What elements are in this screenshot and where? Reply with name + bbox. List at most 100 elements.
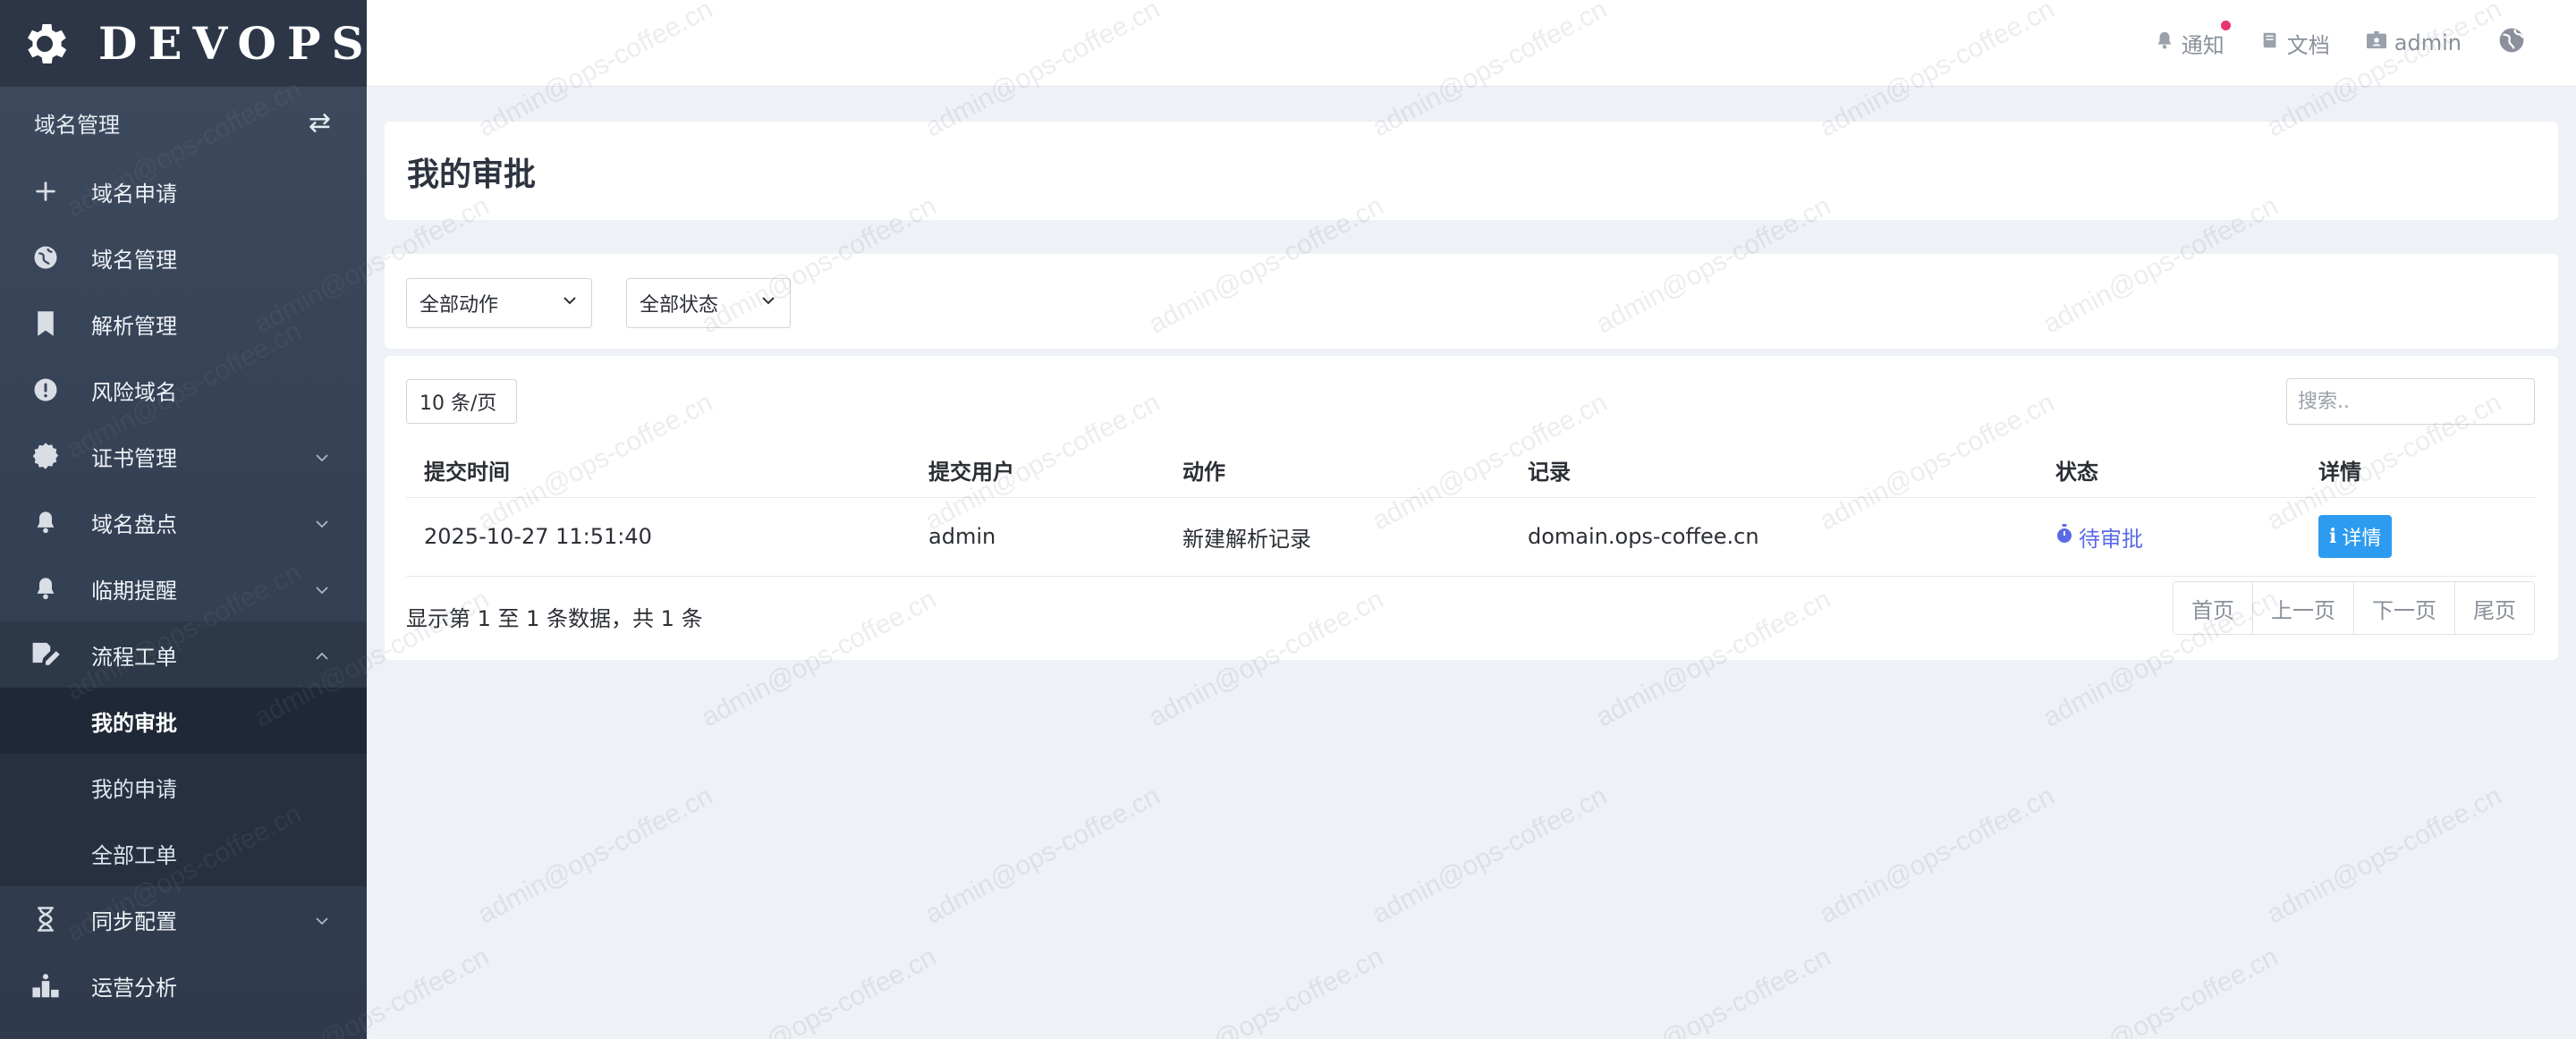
sidebar-item-workflow[interactable]: 流程工单 bbox=[0, 621, 367, 688]
edit-doc-icon bbox=[29, 638, 63, 672]
sidebar-item-label: 运营分析 bbox=[91, 975, 177, 1001]
cell-action: 新建解析记录 bbox=[1165, 497, 1510, 577]
approvals-table-card: 10 条/页 提交时间 提交用户 动作 记录 状态 详情 2025-10-27 … bbox=[385, 356, 2558, 660]
docs-link[interactable]: 文档 bbox=[2260, 28, 2330, 59]
globe-icon bbox=[2497, 26, 2533, 60]
sidebar-subitem-my-approvals[interactable]: 我的审批 bbox=[0, 688, 367, 754]
watermark-text: admin@ops-coffee.cn bbox=[2038, 942, 2284, 1039]
search-input[interactable] bbox=[2286, 378, 2535, 425]
sidebar-item-label: 风险域名 bbox=[91, 379, 177, 405]
table-header-row: 提交时间 提交用户 动作 记录 状态 详情 bbox=[406, 443, 2537, 498]
page-title: 我的审批 bbox=[407, 156, 537, 193]
chevron-down-icon bbox=[313, 578, 331, 599]
sidebar-item-sync-config[interactable]: 同步配置 bbox=[0, 886, 367, 952]
certificate-icon bbox=[29, 439, 63, 473]
sidebar-item-domain-inventory[interactable]: 域名盘点 bbox=[0, 489, 367, 555]
sidebar-item-domain-apply[interactable]: 域名申请 bbox=[0, 158, 367, 224]
detail-button[interactable]: i 详情 bbox=[2318, 515, 2393, 558]
sidebar-item-risk-domain[interactable]: 风险域名 bbox=[0, 357, 367, 423]
sidebar-item-label: 域名盘点 bbox=[91, 511, 177, 537]
gear-icon bbox=[18, 15, 72, 72]
swap-icon[interactable]: ⇄ bbox=[309, 107, 331, 139]
action-filter-select[interactable]: 全部动作 bbox=[406, 278, 592, 328]
topbar: 通知 文档 admin bbox=[367, 0, 2576, 87]
globe-icon bbox=[29, 241, 63, 275]
language-switch[interactable] bbox=[2497, 26, 2533, 60]
pager-prev-button[interactable]: 上一页 bbox=[2253, 582, 2354, 634]
status-filter-select[interactable]: 全部状态 bbox=[626, 278, 791, 328]
user-name: admin bbox=[2394, 30, 2462, 55]
chevron-down-icon bbox=[313, 908, 331, 930]
sidebar-item-domain-manage[interactable]: 域名管理 bbox=[0, 224, 367, 291]
column-header-time[interactable]: 提交时间 bbox=[406, 443, 911, 498]
sidebar-item-dns-manage[interactable]: 解析管理 bbox=[0, 291, 367, 357]
bookmark-icon bbox=[29, 307, 63, 341]
column-header-detail[interactable]: 详情 bbox=[2301, 443, 2537, 498]
info-icon: i bbox=[2329, 525, 2337, 548]
plus-icon bbox=[29, 174, 63, 208]
sidebar-item-analytics[interactable]: 运营分析 bbox=[0, 952, 367, 1018]
stopwatch-icon bbox=[2055, 524, 2079, 549]
chevron-up-icon bbox=[313, 644, 331, 665]
sidebar-item-label: 解析管理 bbox=[91, 313, 177, 339]
approvals-table: 提交时间 提交用户 动作 记录 状态 详情 2025-10-27 11:51:4… bbox=[406, 443, 2537, 577]
brand[interactable]: DEVOPS bbox=[0, 0, 367, 87]
watermark-text: admin@ops-coffee.cn bbox=[1591, 942, 1836, 1039]
column-header-record[interactable]: 记录 bbox=[1510, 443, 2038, 498]
status-filter-value: 全部状态 bbox=[640, 294, 719, 317]
sidebar-item-label: 证书管理 bbox=[91, 445, 177, 471]
cell-status: 待审批 bbox=[2038, 497, 2301, 577]
column-header-user[interactable]: 提交用户 bbox=[911, 443, 1165, 498]
watermark-text: admin@ops-coffee.cn bbox=[2262, 781, 2507, 930]
chevron-down-icon bbox=[313, 445, 331, 467]
cell-time: 2025-10-27 11:51:40 bbox=[406, 497, 911, 577]
chevron-down-icon bbox=[759, 291, 777, 315]
sidebar-item-label: 流程工单 bbox=[91, 644, 177, 670]
table-row: 2025-10-27 11:51:40 admin 新建解析记录 domain.… bbox=[406, 497, 2537, 577]
sidebar-item-expiry-reminder[interactable]: 临期提醒 bbox=[0, 555, 367, 621]
watermark-text: admin@ops-coffee.cn bbox=[1815, 781, 2060, 930]
cell-user: admin bbox=[911, 497, 1165, 577]
alert-circle-icon bbox=[29, 373, 63, 407]
docs-label: 文档 bbox=[2286, 32, 2330, 58]
sidebar-subitem-my-requests[interactable]: 我的申请 bbox=[0, 754, 367, 820]
sidebar-item-cert-manage[interactable]: 证书管理 bbox=[0, 423, 367, 489]
notification-badge bbox=[2220, 20, 2231, 30]
action-filter-value: 全部动作 bbox=[419, 294, 499, 317]
watermark-text: admin@ops-coffee.cn bbox=[920, 781, 1165, 930]
watermark-text: admin@ops-coffee.cn bbox=[473, 781, 718, 930]
watermark-text: admin@ops-coffee.cn bbox=[1368, 781, 1613, 930]
page-size-select[interactable]: 10 条/页 bbox=[406, 379, 517, 424]
bell-icon bbox=[29, 571, 63, 605]
pager-first-button[interactable]: 首页 bbox=[2174, 582, 2253, 634]
pagination: 首页 上一页 下一页 尾页 bbox=[2173, 581, 2535, 635]
sidebar: DEVOPS 域名管理 ⇄ 域名申请 域名管理 解析管理 风险域名 证书管理 域… bbox=[0, 0, 367, 1039]
user-menu[interactable]: admin bbox=[2366, 30, 2462, 55]
cell-record: domain.ops-coffee.cn bbox=[1510, 497, 2038, 577]
sidebar-item-label: 同步配置 bbox=[91, 908, 177, 934]
detail-button-label: 详情 bbox=[2342, 528, 2382, 550]
bar-chart-icon bbox=[29, 968, 63, 1002]
pager-next-button[interactable]: 下一页 bbox=[2354, 582, 2455, 634]
notifications-link[interactable]: 通知 bbox=[2155, 20, 2231, 59]
status-badge: 待审批 bbox=[2055, 521, 2143, 553]
watermark-text: admin@ops-coffee.cn bbox=[697, 942, 942, 1039]
watermark-text: admin@ops-coffee.cn bbox=[1144, 942, 1389, 1039]
id-badge-icon bbox=[2366, 30, 2394, 55]
column-header-status[interactable]: 状态 bbox=[2038, 443, 2301, 498]
column-header-action[interactable]: 动作 bbox=[1165, 443, 1510, 498]
brand-name: DEVOPS bbox=[98, 17, 375, 70]
sidebar-section-header[interactable]: 域名管理 ⇄ bbox=[0, 87, 367, 158]
sidebar-subitem-all-tickets[interactable]: 全部工单 bbox=[0, 820, 367, 886]
bell-icon bbox=[29, 505, 63, 539]
cell-detail: i 详情 bbox=[2301, 497, 2537, 577]
workflow-submenu: 我的审批 我的申请 全部工单 bbox=[0, 688, 367, 886]
filter-bar: 全部动作 全部状态 bbox=[385, 254, 2558, 349]
sidebar-item-label: 域名申请 bbox=[91, 181, 177, 207]
sidebar-item-label: 临期提醒 bbox=[91, 578, 177, 604]
table-summary: 显示第 1 至 1 条数据，共 1 条 bbox=[406, 606, 703, 631]
status-text: 待审批 bbox=[2079, 526, 2143, 552]
chevron-down-icon bbox=[561, 291, 579, 315]
book-icon bbox=[2260, 30, 2287, 55]
pager-last-button[interactable]: 尾页 bbox=[2455, 582, 2534, 634]
